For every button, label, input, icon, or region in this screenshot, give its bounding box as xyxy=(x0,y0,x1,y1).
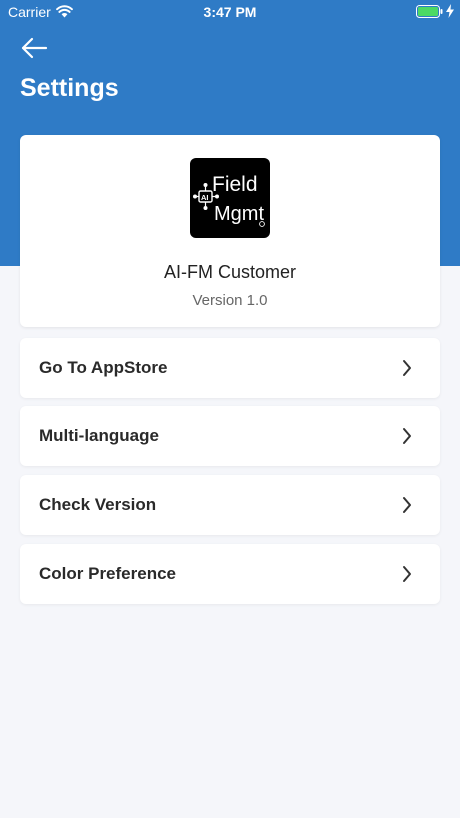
chevron-right-icon xyxy=(403,566,411,582)
menu-item-go-to-appstore[interactable]: Go To AppStore xyxy=(20,338,440,398)
logo-line-2: Mgmt xyxy=(214,203,264,225)
svg-text:Field: Field xyxy=(212,173,258,196)
logo-chip-label: AI xyxy=(201,193,209,202)
status-time: 3:47 PM xyxy=(203,4,257,20)
battery-icon xyxy=(416,5,443,18)
status-bar: Carrier 3:47 PM xyxy=(0,0,460,24)
menu-item-color-preference[interactable]: Color Preference xyxy=(20,544,440,604)
chevron-right-icon xyxy=(403,497,411,513)
svg-text:AI: AI xyxy=(201,193,209,202)
chevron-right-icon xyxy=(403,428,411,444)
chevron-right-icon xyxy=(403,360,411,376)
app-name: AI-FM Customer xyxy=(163,262,296,282)
charging-icon xyxy=(446,4,454,18)
page-title: Settings xyxy=(20,74,119,102)
menu-item-multi-language[interactable]: Multi-language xyxy=(20,406,440,466)
app-logo: Field Mgmt AI xyxy=(190,158,270,238)
menu-item-label: Color Preference xyxy=(39,564,176,583)
svg-text:Mgmt: Mgmt xyxy=(214,203,264,225)
logo-graphic: Field Mgmt AI xyxy=(193,173,265,227)
menu-item-label: Multi-language xyxy=(39,426,159,445)
menu-item-label: Go To AppStore xyxy=(39,358,168,377)
menu-item-label: Check Version xyxy=(39,495,157,514)
logo-line-1: Field xyxy=(212,173,258,196)
menu-item-check-version[interactable]: Check Version xyxy=(20,475,440,535)
app-version: Version 1.0 xyxy=(192,292,268,309)
back-arrow-icon[interactable] xyxy=(20,36,48,60)
app-info-card: Field Mgmt AI AI-FM Customer Version 1.0 xyxy=(20,135,440,327)
